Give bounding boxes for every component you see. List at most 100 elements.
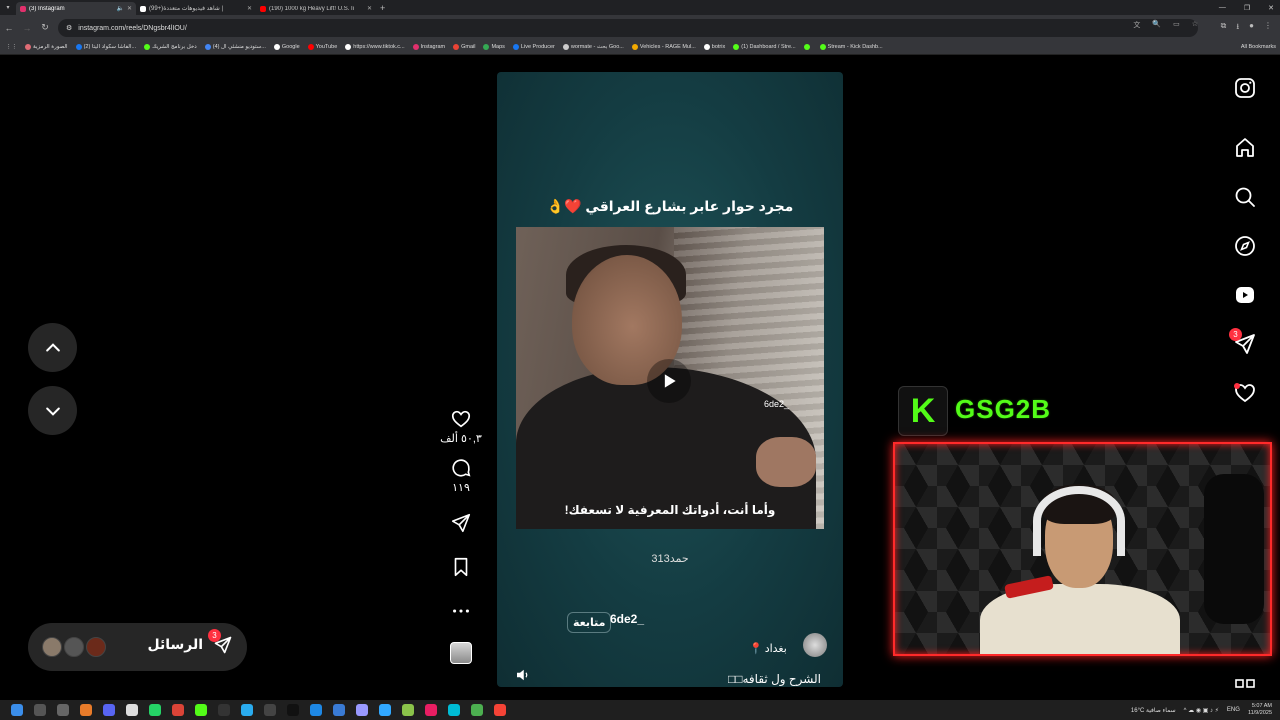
mute-icon[interactable]: 🔈 [116,5,123,12]
tab-close-icon[interactable]: ✕ [127,5,132,12]
bookmark-item[interactable]: Gmail [453,44,475,50]
app-icon[interactable] [333,704,345,716]
tab-instagram[interactable]: (3) Instagram 🔈 ✕ [16,2,136,15]
more-options-button[interactable] [450,600,472,622]
minimize-icon[interactable]: — [1219,4,1226,11]
reel-player[interactable]: مجرد حوار عابر بشارع العراقي ❤️👌 6de2_ و… [497,72,843,687]
bookmark-item[interactable]: botrix [703,44,725,50]
zoom-icon[interactable]: 🔍 [1152,20,1161,30]
app-icon[interactable] [264,704,276,716]
reel-caption[interactable]: الشرح ول ثقافه□□ [728,672,821,686]
play-button[interactable] [647,359,691,403]
bookmark-item[interactable]: Instagram [412,44,445,50]
premiere-icon[interactable] [356,704,368,716]
bookmark-favicon-icon [483,44,490,50]
tab-close-icon[interactable]: ✕ [367,5,372,12]
reel-author-avatar[interactable] [803,633,827,657]
tab-tiktok[interactable]: (99+)شاهد فيديوهات متعددة | ✕ [136,2,256,15]
menu-icon[interactable]: ⋮ [1264,21,1272,35]
messages-button[interactable]: الرسائل 3 [28,623,247,671]
app-icon[interactable] [425,704,437,716]
app-icon[interactable] [310,704,322,716]
all-bookmarks-button[interactable]: All Bookmarks [1241,44,1276,50]
apps-icon[interactable]: ⋮⋮ [6,44,17,50]
site-info-icon[interactable]: ⚙ [66,24,72,32]
language-indicator[interactable]: ENG [1227,707,1240,713]
bookmark-item[interactable]: الصورة الرمزية [25,44,68,50]
tab-search-icon[interactable]: ▾ [0,0,16,15]
bookmark-label: https://www.tiktok.c... [353,44,405,50]
comment-button[interactable]: ١١٩ [450,457,472,494]
tab-close-icon[interactable]: ✕ [247,5,252,12]
audio-thumbnail[interactable] [450,642,472,664]
app-icon[interactable] [471,704,483,716]
app-icon[interactable] [402,704,414,716]
bookmark-item[interactable]: wormate - بحث Goo... [562,44,624,50]
bookmark-item[interactable]: (1) Dashboard / Stre... [733,44,796,50]
clock[interactable]: 5:07 AM 11/9/2025 [1248,703,1272,717]
home-icon[interactable] [1233,136,1259,162]
bookmark-label: Stream - Kick Dashb... [827,44,883,50]
reels-icon[interactable] [1233,283,1259,309]
back-icon[interactable]: ← [0,23,18,33]
app-icon[interactable] [448,704,460,716]
like-button[interactable]: ٥٠,٣ ألف [440,408,482,445]
reel-location[interactable]: بغداد 📍 [749,642,787,655]
bookmark-item[interactable]: Live Producer [512,44,555,50]
obs-icon[interactable] [287,704,299,716]
save-button[interactable] [450,556,472,578]
bookmark-item[interactable]: (4) ستوديو منشئي ال... [204,44,266,50]
whatsapp-icon[interactable] [149,704,161,716]
notifications-icon[interactable] [1233,381,1259,407]
address-bar[interactable]: ⚙ instagram.com/reels/DNgsbr4lIOU/ [58,19,1198,37]
profile-icon[interactable]: ● [1249,21,1254,35]
task-view-icon[interactable] [57,704,69,716]
bookmark-item[interactable]: https://www.tiktok.c... [345,44,405,50]
reel-video[interactable]: 6de2_ وأما أنت، أدواتك المعرفية لا تسعفك… [516,227,824,529]
bookmark-item[interactable] [803,44,812,50]
translate-icon[interactable]: 文 [1133,20,1140,30]
app-icon[interactable] [218,704,230,716]
more-menu-icon[interactable] [1233,673,1259,699]
bookmark-item[interactable]: Maps [483,44,505,50]
new-tab-button[interactable]: + [380,3,385,13]
app-icon[interactable] [80,704,92,716]
chrome-active-icon[interactable] [494,704,506,716]
bookmark-item[interactable]: YouTube [307,44,337,50]
chrome-icon[interactable] [172,704,184,716]
reload-icon[interactable]: ↻ [36,22,54,33]
follow-button[interactable]: متابعة [567,612,612,633]
forward-icon[interactable]: → [18,23,36,33]
kick-icon[interactable] [195,704,207,716]
app-icon[interactable] [379,704,391,716]
speaker-icon[interactable] [514,666,532,684]
bookmark-item[interactable]: (2) الفاشا سكواد اليتا... [75,44,136,50]
next-reel-button[interactable] [28,386,77,435]
cast-icon[interactable]: ▭ [1173,20,1180,30]
start-icon[interactable] [11,704,23,716]
app-icon[interactable] [126,704,138,716]
bookmark-item[interactable]: Google [273,44,300,50]
weather-widget[interactable]: 16°C سماء صافية [1131,707,1176,714]
discord-icon[interactable] [103,704,115,716]
tray-icons[interactable]: ^ ☁ ◉ ▣ ♪ ⚡ [1184,707,1219,714]
maximize-icon[interactable]: ❐ [1244,4,1250,12]
messages-badge: 3 [208,629,221,642]
share-button[interactable] [450,512,472,534]
bookmark-star-icon[interactable]: ☆ [1192,20,1198,30]
downloads-icon[interactable]: ⭳ [1236,21,1239,35]
previous-reel-button[interactable] [28,323,77,372]
bookmark-item[interactable]: دخل برنامج الشريك [144,44,197,50]
search-icon[interactable] [1233,185,1259,211]
close-window-icon[interactable]: ✕ [1268,4,1274,12]
bookmark-item[interactable]: Stream - Kick Dashb... [819,44,883,50]
tab-youtube[interactable]: (190) 1000 kg Heavy Lift! U.S. Ii ✕ [256,2,376,15]
telegram-icon[interactable] [241,704,253,716]
search-icon[interactable] [34,704,46,716]
direct-messages-icon[interactable]: 3 [1229,328,1259,358]
bookmark-item[interactable]: Vehicles - RAGE Mul... [631,44,696,50]
reel-username[interactable]: 6de2_ [610,612,644,626]
extensions-icon[interactable]: ⧉ [1221,21,1227,35]
instagram-logo-icon[interactable] [1233,76,1259,102]
explore-icon[interactable] [1233,234,1259,260]
